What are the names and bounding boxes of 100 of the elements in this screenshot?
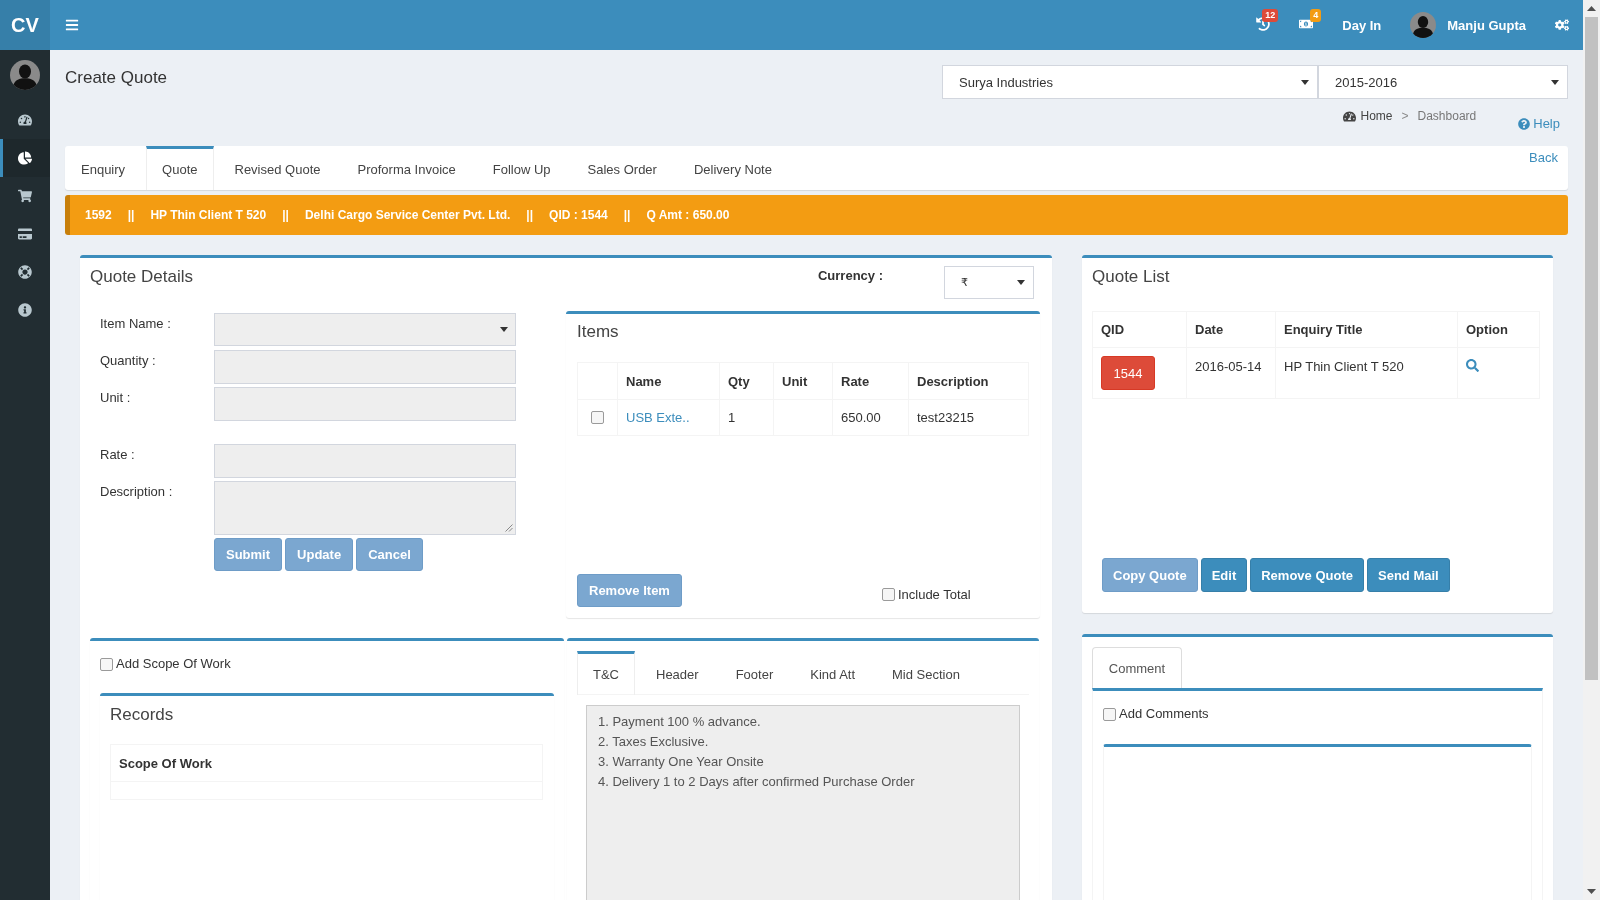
tab[interactable]: Quote — [146, 146, 214, 190]
credit-card-icon — [18, 227, 32, 241]
tab[interactable]: Comment — [1092, 647, 1182, 688]
column-header: Date — [1186, 311, 1276, 348]
help-icon — [1518, 118, 1531, 130]
checkbox-label: Add Scope Of Work — [116, 656, 231, 672]
tab[interactable]: Mid Section — [876, 651, 976, 695]
count-badge: 4 — [1310, 9, 1322, 22]
column-header: Rate — [832, 362, 909, 400]
caret-down-icon — [1551, 79, 1559, 85]
year-select[interactable]: 2015-2016 — [1318, 65, 1568, 99]
menu-icon[interactable] — [65, 18, 79, 32]
page-title: Create Quote — [65, 67, 168, 89]
field-label: Currency : — [817, 268, 883, 284]
tab[interactable]: Delivery Note — [677, 146, 788, 190]
checkbox-label: Add Comments — [1119, 706, 1209, 722]
dashboard-icon — [18, 113, 32, 127]
banknote-icon[interactable] — [1299, 17, 1314, 31]
count-badge: 12 — [1262, 9, 1279, 22]
terms-text-area[interactable]: 1. Payment 100 % advance. 2. Taxes Exclusive. 3. Warranty One Year Onsite 4. Delivery 1 to 2 Days after confirmed Purchase Order — [586, 705, 1020, 900]
nav-link[interactable]: Day In — [1342, 17, 1382, 33]
separator-text: || — [623, 208, 631, 222]
avatar-icon — [1410, 12, 1437, 38]
panel-title: Items — [577, 321, 620, 343]
tab[interactable]: Header — [640, 651, 715, 695]
cart-icon — [18, 189, 32, 203]
panel-title: Quote List — [1092, 266, 1171, 288]
column-header: Option — [1457, 311, 1540, 348]
breadcrumb-link[interactable]: Home — [1342, 108, 1393, 124]
action-button[interactable]: Remove Quote — [1250, 558, 1364, 592]
table-cell: HP Thin Client T 520 — [1275, 347, 1458, 399]
table-cell: 1 — [719, 399, 774, 436]
text-line: 1. Payment 100 % advance. — [598, 713, 762, 731]
column-header: Name — [617, 362, 720, 400]
quote-id-button[interactable]: 1544 — [1101, 356, 1155, 390]
breadcrumb-separator: > — [1401, 108, 1409, 124]
table-cell: test23215 — [908, 399, 1029, 436]
tab[interactable]: Proforma Invoice — [341, 146, 472, 190]
panel-title: Records — [110, 704, 175, 726]
tab[interactable]: T&C — [577, 651, 635, 695]
tab[interactable]: Footer — [719, 651, 790, 695]
separator-text: || — [127, 208, 135, 222]
text-line: 3. Warranty One Year Onsite — [598, 753, 765, 771]
settings-icon[interactable] — [1555, 18, 1569, 32]
tab[interactable]: Kind Att — [794, 651, 872, 695]
info-text: 1592 — [85, 208, 112, 222]
checkbox-label: Include Total — [897, 586, 971, 603]
tab[interactable]: Enquiry — [65, 146, 142, 190]
scrollbar[interactable] — [1583, 0, 1600, 900]
separator-text: || — [526, 208, 534, 222]
user-name[interactable]: Manju Gupta — [1447, 17, 1526, 33]
scroll-up-icon[interactable] — [1587, 6, 1596, 11]
scroll-down-icon[interactable] — [1587, 889, 1596, 894]
action-button[interactable]: Send Mail — [1367, 558, 1450, 592]
app-logo[interactable]: CV — [0, 0, 50, 50]
tab[interactable]: Sales Order — [571, 146, 673, 190]
field-label: Item Name : — [100, 315, 172, 333]
avatar-icon — [10, 60, 40, 90]
field-label: Unit : — [100, 389, 132, 407]
tab[interactable]: Follow Up — [476, 146, 567, 190]
caret-down-icon — [500, 327, 508, 332]
tab[interactable]: Revised Quote — [218, 146, 337, 190]
breadcrumb-current: Dashboard — [1417, 108, 1477, 124]
table-cell: 650.00 — [832, 399, 909, 436]
company-select[interactable]: Surya Industries — [942, 65, 1318, 99]
field-label: Rate : — [100, 446, 136, 464]
back-link[interactable]: Back — [1529, 146, 1568, 190]
column-header: Qty — [719, 362, 774, 400]
checkbox[interactable] — [591, 411, 604, 424]
info-text: QID : 1544 — [549, 208, 608, 222]
currency-select[interactable]: ₹ — [944, 266, 1034, 299]
history-icon[interactable] — [1256, 17, 1271, 31]
info-text: HP Thin Client T 520 — [150, 208, 267, 222]
separator-text: || — [282, 208, 289, 222]
panel-title: Quote Details — [90, 266, 193, 288]
column-header: Unit — [773, 362, 833, 400]
pie-chart-icon — [18, 151, 32, 165]
info-text: Q Amt : 650.00 — [646, 208, 730, 222]
field-label: Description : — [100, 483, 174, 501]
sidebar-item[interactable] — [0, 139, 50, 177]
field-label: Quantity : — [100, 352, 157, 370]
checkbox[interactable] — [100, 657, 113, 671]
table-cell: 2016-05-14 — [1186, 347, 1276, 399]
info-text: Delhi Cargo Service Center Pvt. Ltd. — [304, 208, 511, 222]
column-header: Enquiry Title — [1275, 311, 1458, 348]
caret-down-icon — [1017, 280, 1025, 285]
column-header: QID — [1092, 311, 1187, 348]
text-line: 4. Delivery 1 to 2 Days after confirmed Purchase Order — [598, 773, 916, 791]
column-header: Scope Of Work — [110, 744, 543, 782]
search-icon[interactable] — [1466, 359, 1479, 372]
caret-down-icon — [1301, 79, 1309, 85]
action-button[interactable]: Edit — [1200, 558, 1248, 592]
text-line: 2. Taxes Exclusive. — [598, 733, 710, 751]
column-header: Description — [908, 362, 1029, 400]
dashboard-icon — [1342, 109, 1356, 123]
life-ring-icon — [18, 265, 32, 279]
checkbox[interactable] — [881, 588, 895, 601]
scrollbar-thumb[interactable] — [1585, 17, 1598, 680]
info-icon — [18, 303, 32, 317]
checkbox[interactable] — [1103, 707, 1116, 721]
